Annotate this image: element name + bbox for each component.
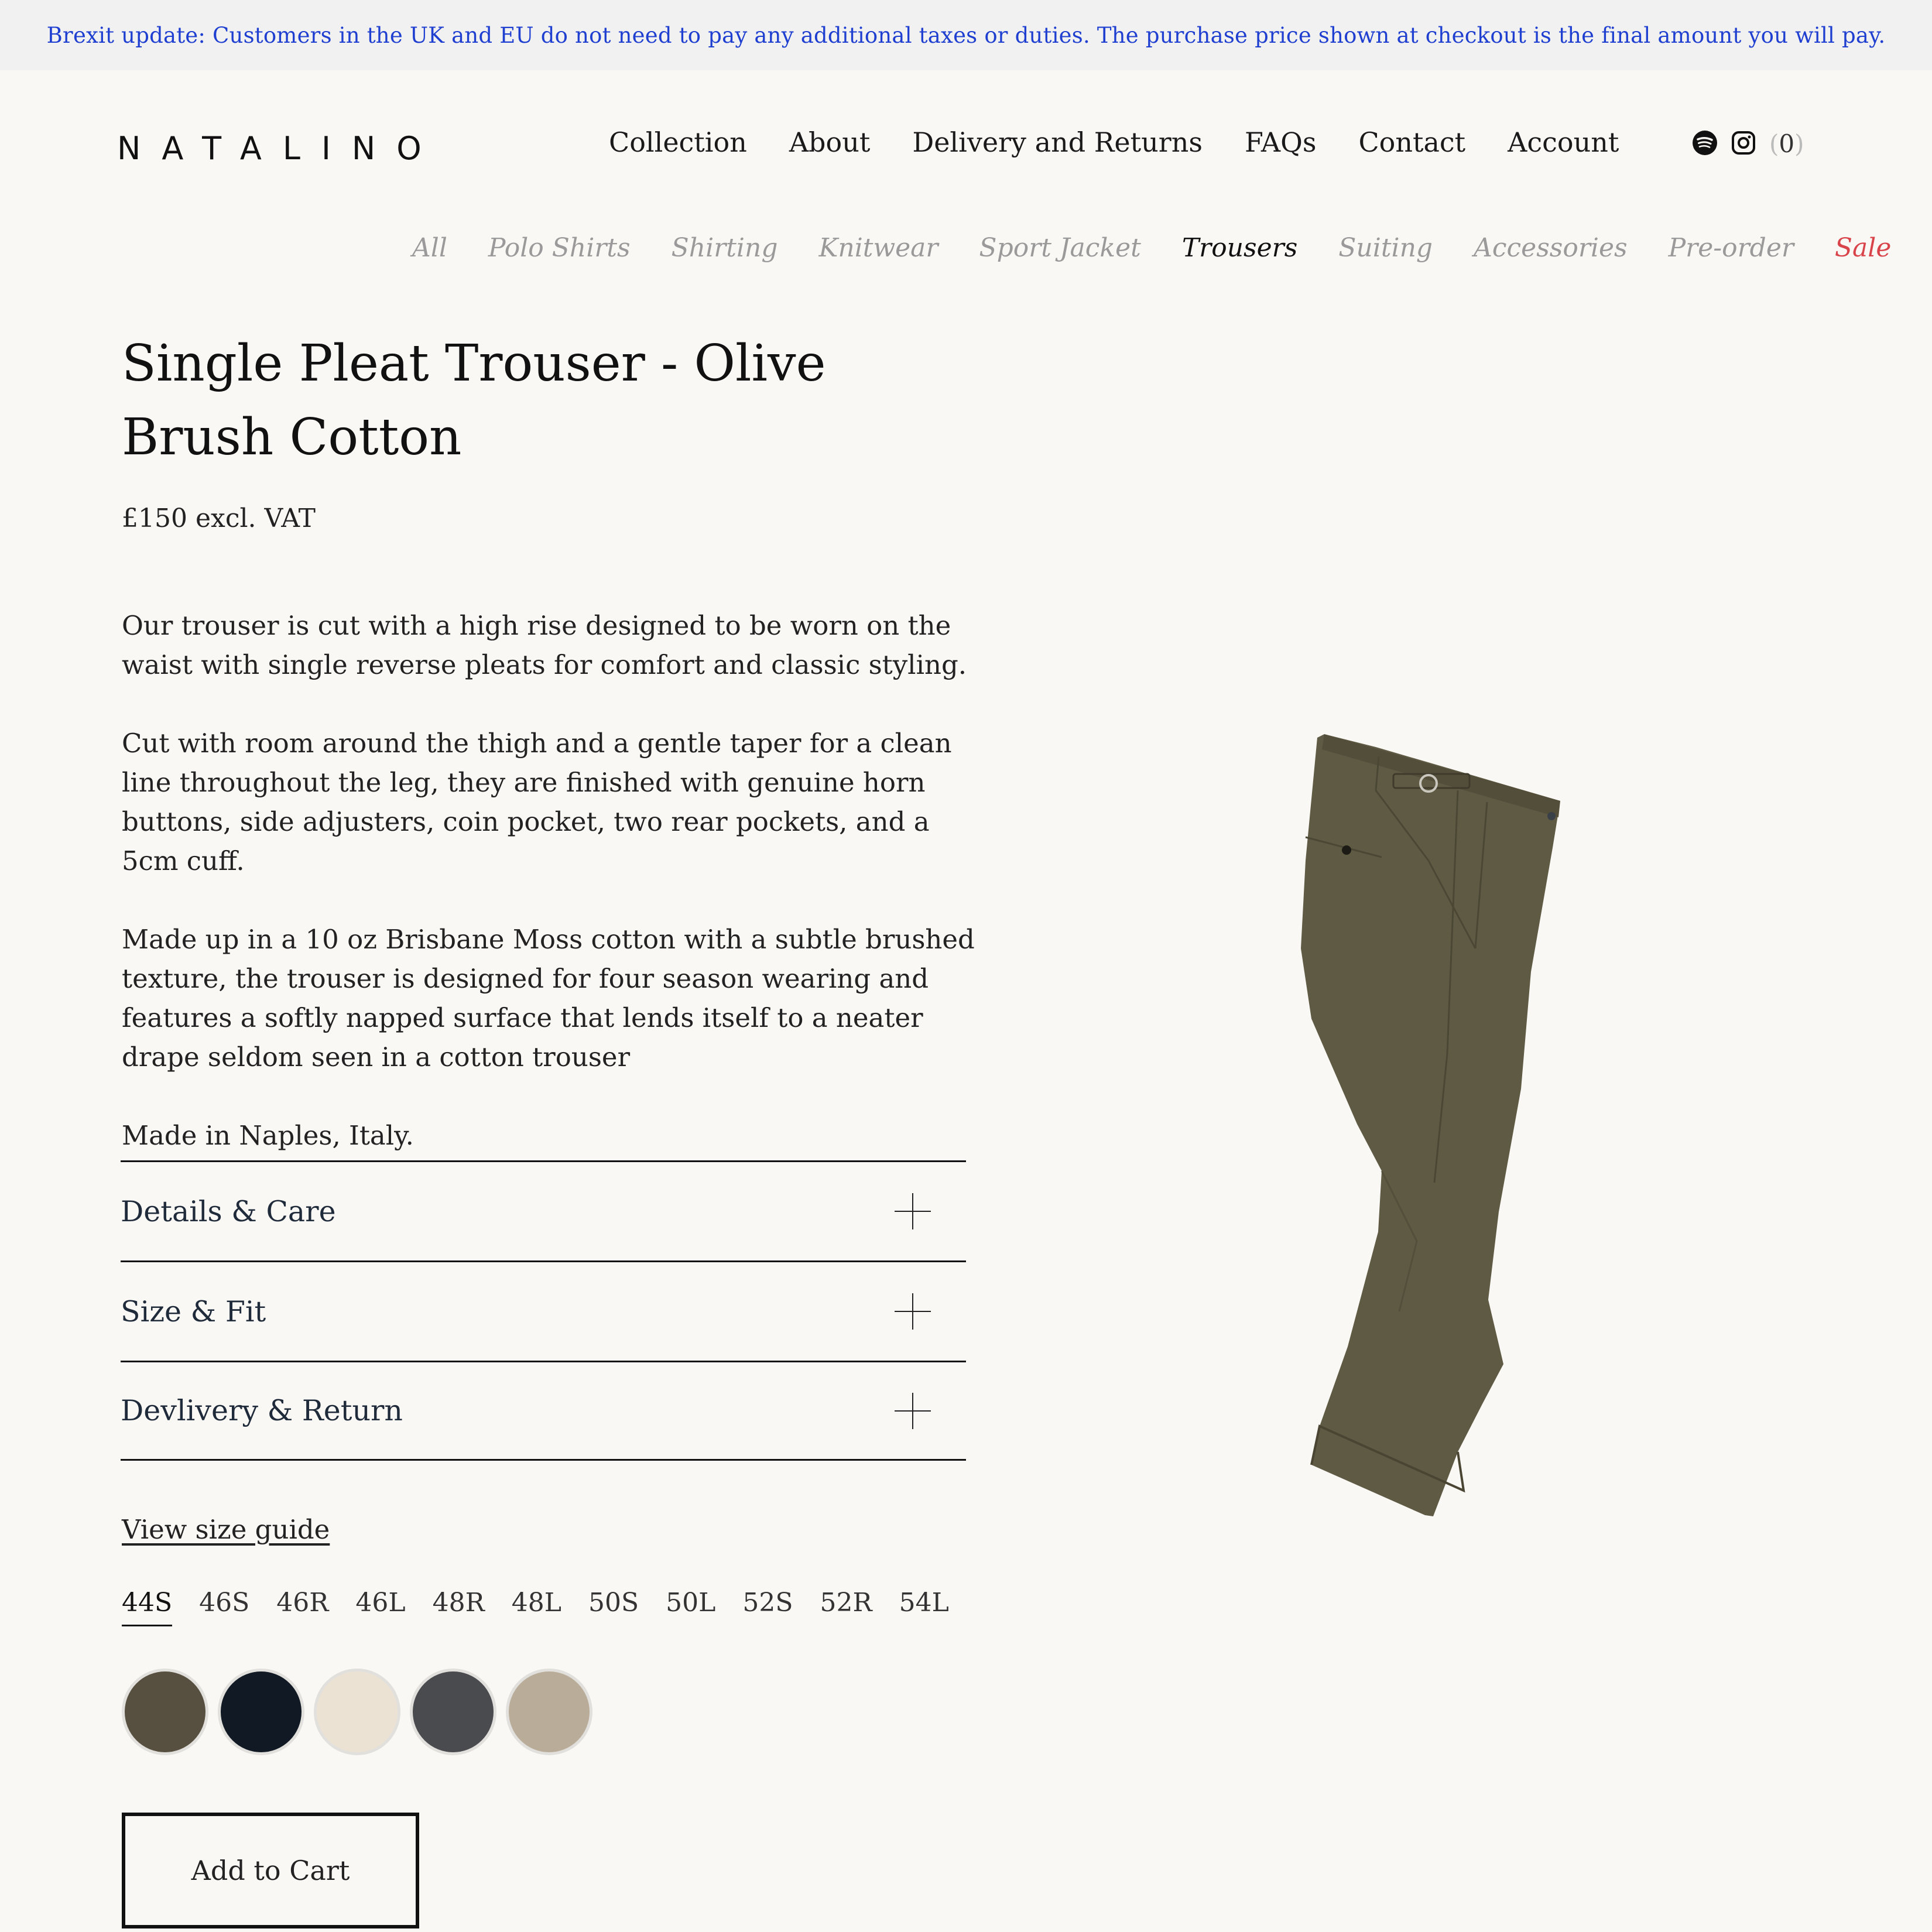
accordion-label: Devlivery & Return <box>121 1394 403 1427</box>
category-pre-order[interactable]: Pre-order <box>1669 233 1794 263</box>
description-paragraph: Made in Naples, Italy. <box>122 1120 414 1151</box>
nav-delivery-returns[interactable]: Delivery and Returns <box>912 126 1203 158</box>
category-nav: All Polo Shirts Shirting Knitwear Sport … <box>412 233 1932 263</box>
size-option[interactable]: 46L <box>355 1588 405 1626</box>
accordion-size-fit[interactable]: Size & Fit <box>121 1260 966 1361</box>
plus-icon[interactable] <box>895 1193 931 1229</box>
size-option[interactable]: 52S <box>742 1588 793 1626</box>
description-paragraph: Cut with room around the thigh and a gen… <box>122 728 952 876</box>
nav-contact[interactable]: Contact <box>1358 126 1465 158</box>
nav-about[interactable]: About <box>789 126 870 158</box>
size-option[interactable]: 48R <box>433 1588 485 1626</box>
accordion-label: Size & Fit <box>121 1294 266 1328</box>
instagram-icon[interactable] <box>1731 130 1756 158</box>
category-trousers[interactable]: Trousers <box>1182 233 1297 263</box>
size-option[interactable]: 46S <box>199 1588 249 1626</box>
category-accessories[interactable]: Accessories <box>1474 233 1627 263</box>
trouser-illustration <box>1301 734 1560 1516</box>
product-price: £150 excl. VAT <box>122 503 316 533</box>
accordion-delivery-return[interactable]: Devlivery & Return <box>121 1361 966 1461</box>
description-paragraph: Made up in a 10 oz Brisbane Moss cotton … <box>122 924 975 1073</box>
size-option[interactable]: 46R <box>276 1588 328 1626</box>
category-suiting[interactable]: Suiting <box>1338 233 1433 263</box>
add-to-cart-button[interactable]: Add to Cart <box>122 1813 419 1928</box>
color-swatch-navy[interactable] <box>218 1669 304 1755</box>
category-polo-shirts[interactable]: Polo Shirts <box>488 233 631 263</box>
size-option[interactable]: 52R <box>820 1588 872 1626</box>
size-option-selected[interactable]: 44S <box>122 1588 173 1626</box>
product-image <box>1288 726 1581 1534</box>
size-guide-link[interactable]: View size guide <box>122 1514 330 1545</box>
nav-faqs[interactable]: FAQs <box>1245 126 1316 158</box>
category-sale[interactable]: Sale <box>1835 233 1892 263</box>
nav-collection[interactable]: Collection <box>609 126 747 158</box>
category-knitwear[interactable]: Knitwear <box>818 233 938 263</box>
color-swatches <box>122 1669 592 1755</box>
cart-count-value: 0 <box>1779 129 1795 158</box>
header-icons: (0) <box>1692 129 1804 158</box>
color-swatch-grey[interactable] <box>410 1669 496 1755</box>
accordion-details-care[interactable]: Details & Care <box>121 1160 966 1260</box>
site-logo[interactable]: NATALINO <box>117 130 443 167</box>
color-swatch-olive[interactable] <box>122 1669 208 1755</box>
main-nav: Collection About Delivery and Returns FA… <box>609 126 1661 158</box>
color-swatch-stone[interactable] <box>506 1669 592 1755</box>
spotify-icon[interactable] <box>1692 130 1718 158</box>
size-option[interactable]: 50L <box>666 1588 715 1626</box>
size-option[interactable]: 50S <box>588 1588 639 1626</box>
banner-text: Brexit update: Customers in the UK and E… <box>46 22 1886 48</box>
cart-count[interactable]: (0) <box>1769 129 1804 158</box>
size-option[interactable]: 48L <box>512 1588 561 1626</box>
category-sport-jacket[interactable]: Sport Jacket <box>979 233 1140 263</box>
plus-icon[interactable] <box>895 1392 931 1429</box>
product-description: Our trouser is cut with a high rise desi… <box>122 606 977 1194</box>
size-selector: 44S 46S 46R 46L 48R 48L 50S 50L 52S 52R … <box>122 1588 976 1626</box>
color-swatch-cream[interactable] <box>314 1669 400 1755</box>
description-paragraph: Our trouser is cut with a high rise desi… <box>122 610 967 680</box>
category-shirting[interactable]: Shirting <box>672 233 778 263</box>
size-option[interactable]: 54L <box>899 1588 949 1626</box>
accordion-label: Details & Care <box>121 1194 336 1228</box>
product-title: Single Pleat Trouser - Olive Brush Cotto… <box>122 334 826 467</box>
announcement-banner: Brexit update: Customers in the UK and E… <box>0 0 1932 70</box>
category-all[interactable]: All <box>412 233 447 263</box>
plus-icon[interactable] <box>895 1293 931 1330</box>
site-header: NATALINO Collection About Delivery and R… <box>0 70 1932 263</box>
nav-account[interactable]: Account <box>1508 126 1619 158</box>
product-accordion: Details & Care Size & Fit Devlivery & Re… <box>121 1160 966 1461</box>
